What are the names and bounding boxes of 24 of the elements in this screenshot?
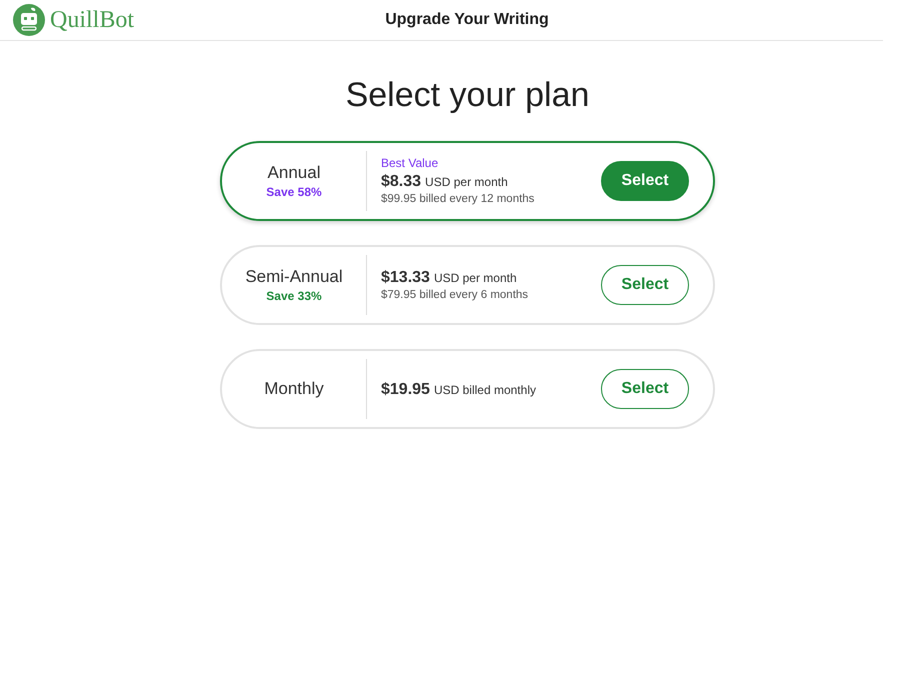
plan-name: Semi-Annual xyxy=(245,266,343,288)
logo-text: QuillBot xyxy=(50,8,134,32)
billing-note: $79.95 billed every 6 months xyxy=(381,288,530,303)
savings-label: Save 58% xyxy=(266,184,322,200)
plan-card[interactable]: Annual Save 58% Best Value $8.33 USD per month $99.95 billed every 12 months Select xyxy=(220,141,715,221)
heading: Select your plan xyxy=(346,75,590,115)
price-unit: USD per month xyxy=(425,174,508,190)
price: $8.33 xyxy=(381,172,422,192)
price: $13.33 xyxy=(381,268,430,288)
plan-name: Monthly xyxy=(264,378,324,400)
price: $19.95 xyxy=(381,380,430,400)
savings-label: Save 33% xyxy=(266,288,322,304)
plan-card[interactable]: Monthly $19.95 USD billed monthly Select xyxy=(220,349,715,429)
billing-note: $99.95 billed every 12 months xyxy=(381,192,536,206)
select-button[interactable]: Select xyxy=(601,161,689,201)
robot-icon xyxy=(13,4,45,36)
page-title: Upgrade Your Writing xyxy=(385,10,549,30)
plan-name: Annual xyxy=(268,162,320,184)
select-button[interactable]: Select xyxy=(601,369,689,409)
best-value-label: Best Value xyxy=(381,156,440,170)
price-unit: USD per month xyxy=(434,270,517,287)
price-unit: USD billed monthly xyxy=(434,382,536,398)
plan-card[interactable]: Semi-Annual Save 33% $13.33 USD per month $79.95 billed every 6 months Select xyxy=(220,245,715,325)
select-button[interactable]: Select xyxy=(601,265,689,305)
